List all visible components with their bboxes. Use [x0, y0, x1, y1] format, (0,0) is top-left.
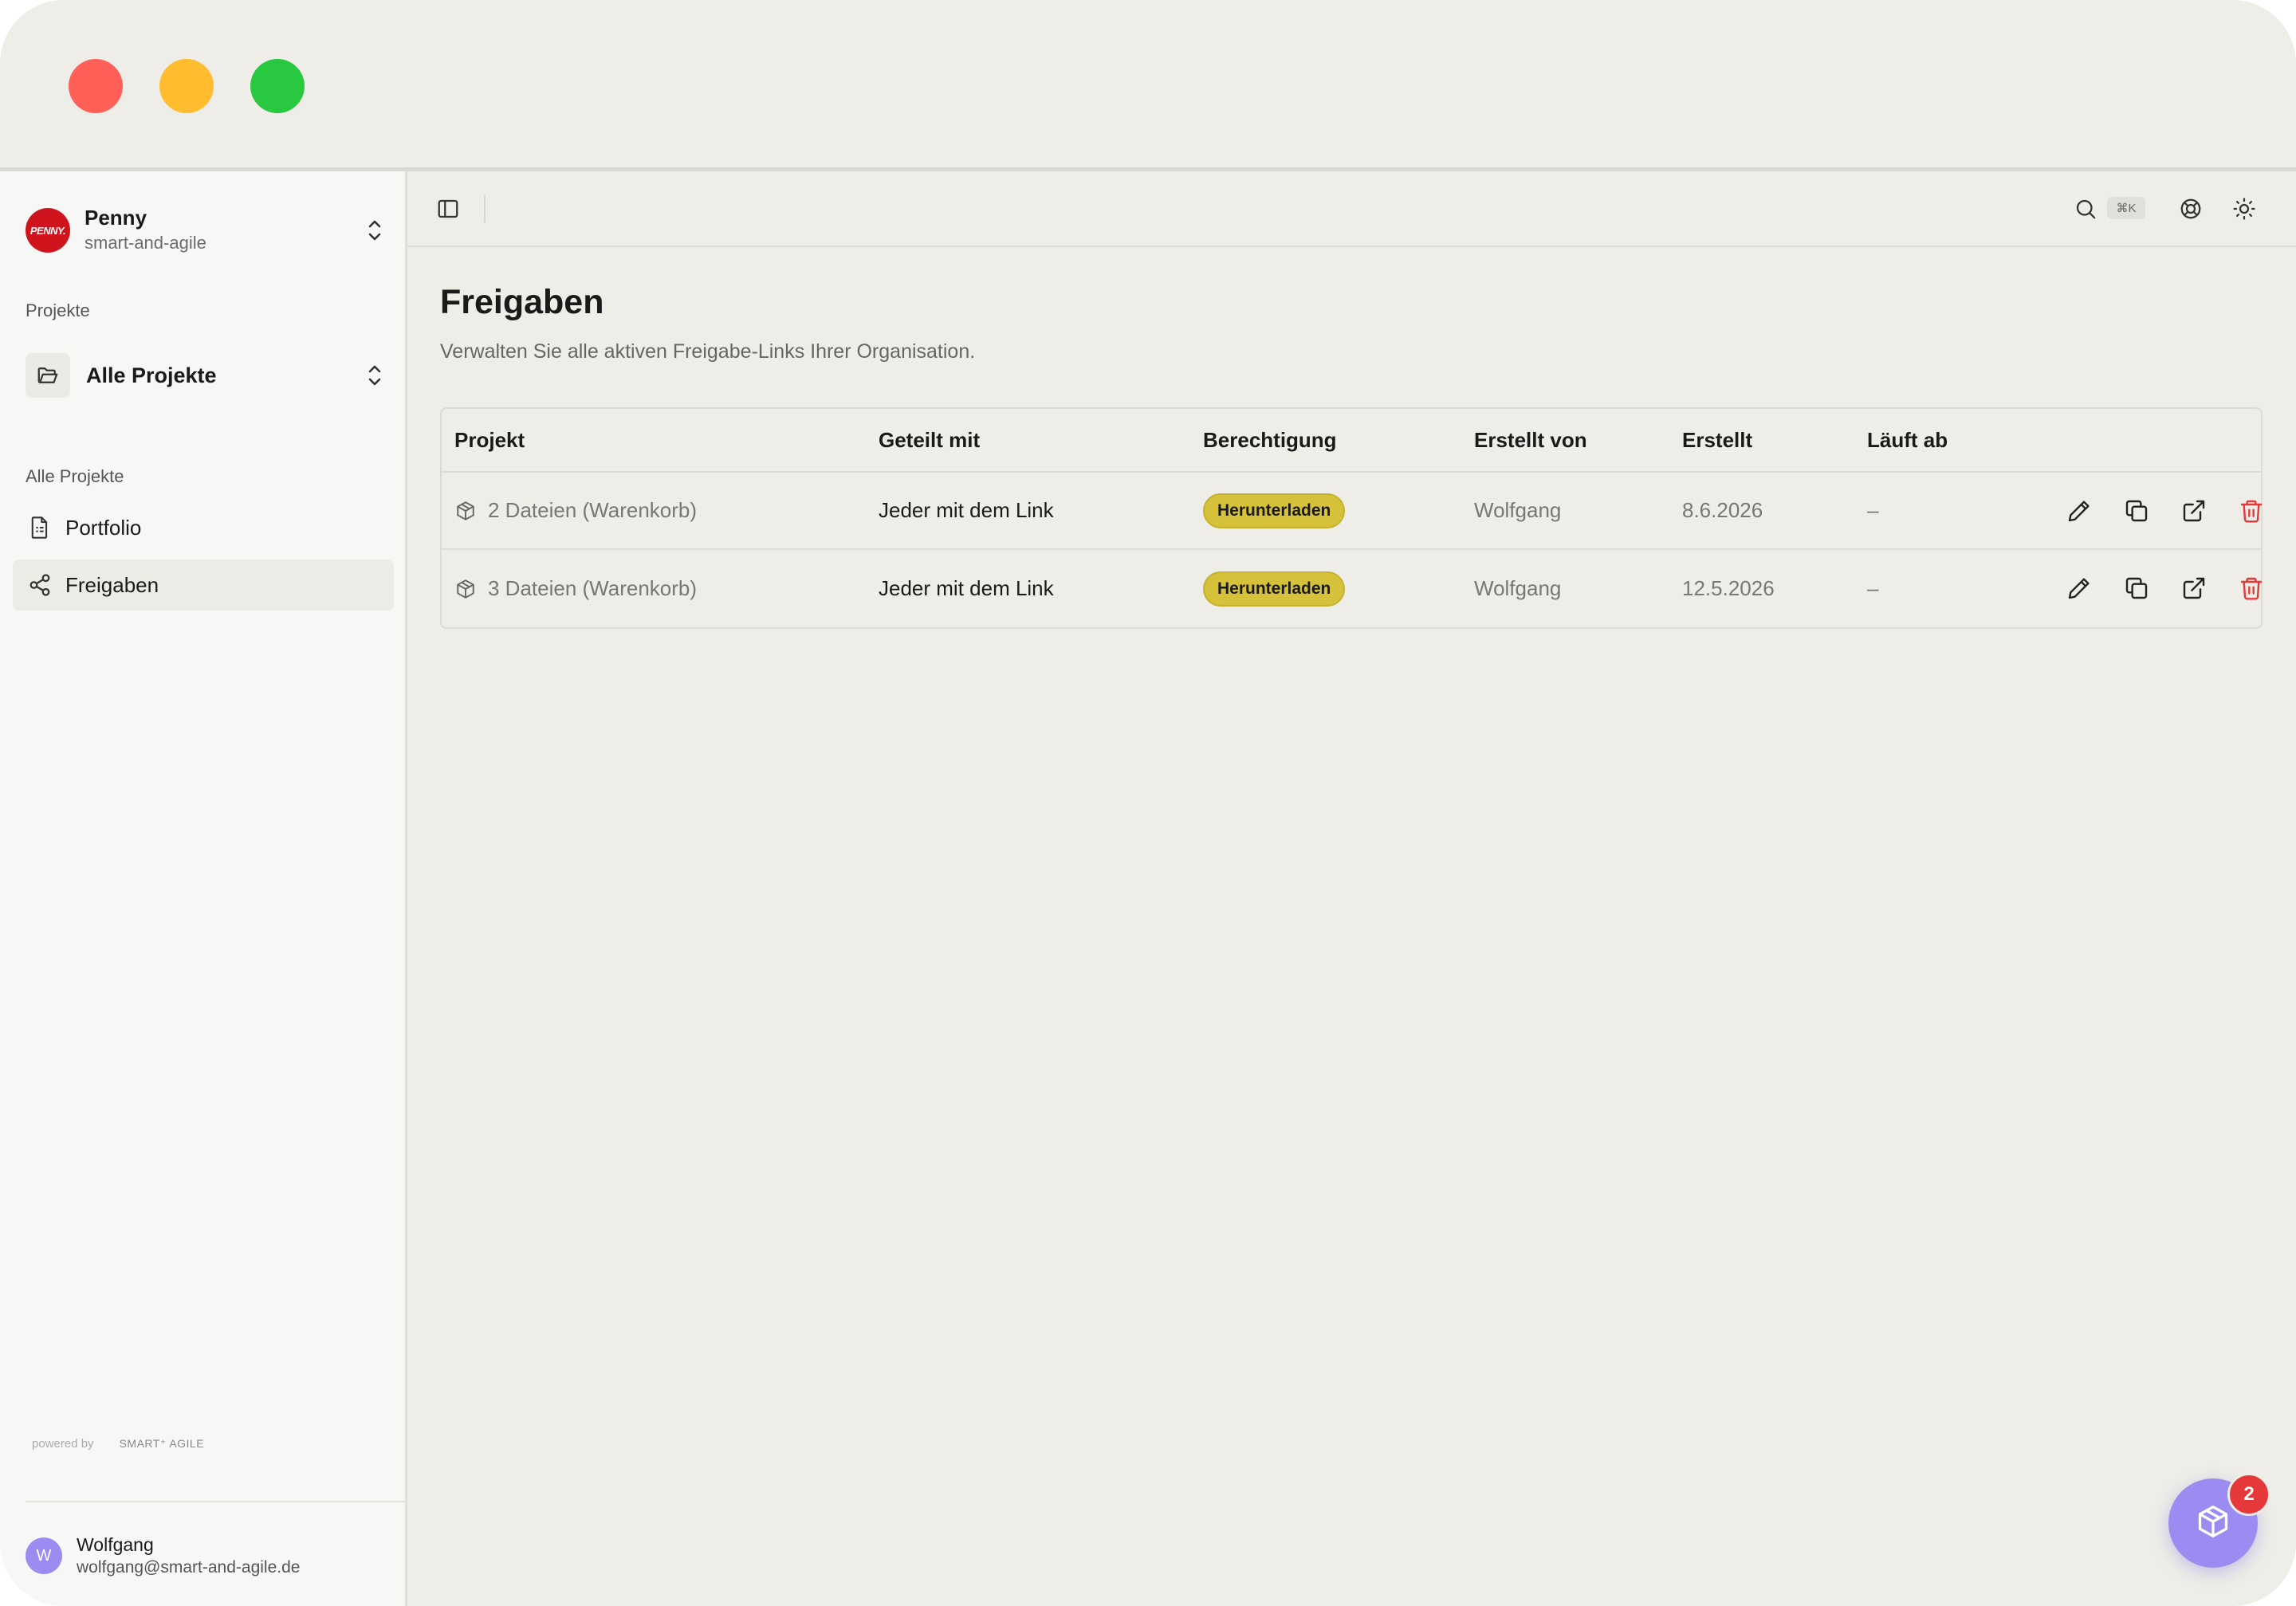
expires: – — [1867, 576, 1879, 600]
page-title: Freigaben — [440, 283, 604, 321]
page-subtitle: Verwalten Sie alle aktiven Freigabe-Link… — [440, 340, 976, 363]
external-link-icon[interactable] — [2180, 497, 2208, 525]
main-content: ⌘K Freigaben Verwalten Sie alle aktiven … — [407, 171, 2296, 1606]
package-icon — [454, 500, 477, 522]
projects-section-label: Projekte — [26, 300, 90, 320]
sidebar-item-label: Portfolio — [65, 515, 142, 540]
project-name: 2 Dateien (Warenkorb) — [488, 498, 698, 522]
sidebar-divider — [26, 1501, 405, 1502]
expires: – — [1867, 498, 1879, 522]
user-menu[interactable]: W Wolfgang wolfgang@smart-and-agile.de — [26, 1533, 300, 1579]
search-shortcut: ⌘K — [2107, 197, 2145, 219]
folder-open-icon — [26, 353, 70, 398]
user-email: wolfgang@smart-and-agile.de — [77, 1558, 301, 1577]
nav-section-label: Alle Projekte — [26, 466, 124, 486]
powered-by-text: powered by — [32, 1437, 94, 1451]
chevron-up-down-icon — [365, 359, 384, 391]
toolbar-separator — [484, 195, 486, 222]
maximize-window-button[interactable] — [250, 59, 305, 113]
column-header-laeuft-ab: Läuft ab — [1867, 427, 1948, 452]
table-header: Projekt Geteilt mit Berechtigung Erstell… — [442, 409, 2261, 473]
document-icon — [27, 515, 53, 540]
avatar: W — [26, 1537, 62, 1574]
help-icon[interactable] — [2177, 195, 2204, 222]
column-header-erstellt-von: Erstellt von — [1474, 427, 1587, 452]
org-logo: PENNY. — [26, 208, 70, 253]
created-by: Wolfgang — [1474, 498, 1562, 522]
copy-icon[interactable] — [2122, 497, 2151, 525]
package-icon — [2196, 1504, 2231, 1543]
sun-icon[interactable] — [2231, 195, 2258, 222]
sidebar-item-label: Freigaben — [65, 572, 159, 597]
created-by: Wolfgang — [1474, 576, 1562, 600]
shared-with: Jeder mit dem Link — [879, 498, 1054, 522]
cart-count-badge: 2 — [2227, 1473, 2270, 1516]
title-bar — [0, 0, 2296, 171]
org-slug: smart-and-agile — [85, 233, 206, 253]
app-window: PENNY. Penny smart-and-agile Projekte Al… — [0, 0, 2296, 1606]
column-header-projekt: Projekt — [454, 427, 525, 452]
table-row: 2 Dateien (Warenkorb) Jeder mit dem Link… — [442, 473, 2263, 550]
toolbar: ⌘K — [407, 171, 2296, 247]
minimize-window-button[interactable] — [159, 59, 214, 113]
pencil-icon[interactable] — [2065, 497, 2094, 525]
project-name: 3 Dateien (Warenkorb) — [488, 576, 698, 600]
column-header-erstellt: Erstellt — [1682, 427, 1753, 452]
trash-icon[interactable] — [2237, 497, 2266, 525]
powered-by: powered by SMART⁺ AGILE — [32, 1437, 204, 1451]
chevron-up-down-icon[interactable] — [365, 214, 384, 246]
org-switcher[interactable]: PENNY. Penny smart-and-agile — [26, 198, 384, 262]
created-date: 8.6.2026 — [1682, 498, 1763, 522]
shares-table: Projekt Geteilt mit Berechtigung Erstell… — [440, 407, 2263, 629]
close-window-button[interactable] — [69, 59, 123, 113]
user-name: Wolfgang — [77, 1534, 154, 1555]
permission-badge: Herunterladen — [1203, 493, 1346, 528]
project-select-label: Alle Projekte — [86, 363, 217, 387]
sidebar-item-portfolio[interactable]: Portfolio — [13, 502, 394, 553]
sidebar-item-freigaben[interactable]: Freigaben — [13, 560, 394, 611]
trash-icon[interactable] — [2237, 574, 2266, 603]
column-header-geteilt-mit: Geteilt mit — [879, 427, 981, 452]
permission-badge: Herunterladen — [1203, 571, 1346, 607]
sidebar-toggle-icon[interactable] — [434, 195, 462, 222]
org-name: Penny — [85, 206, 147, 230]
external-link-icon[interactable] — [2180, 574, 2208, 603]
share-icon — [27, 572, 53, 598]
created-date: 12.5.2026 — [1682, 576, 1775, 600]
pencil-icon[interactable] — [2065, 574, 2094, 603]
shared-with: Jeder mit dem Link — [879, 576, 1054, 600]
package-icon — [454, 578, 477, 600]
sidebar: PENNY. Penny smart-and-agile Projekte Al… — [0, 171, 407, 1606]
powered-by-brand: SMART⁺ AGILE — [119, 1437, 205, 1450]
project-select[interactable]: Alle Projekte — [26, 351, 384, 399]
search-icon[interactable] — [2072, 195, 2099, 222]
copy-icon[interactable] — [2122, 574, 2151, 603]
column-header-berechtigung: Berechtigung — [1203, 427, 1337, 452]
table-row: 3 Dateien (Warenkorb) Jeder mit dem Link… — [442, 550, 2263, 627]
